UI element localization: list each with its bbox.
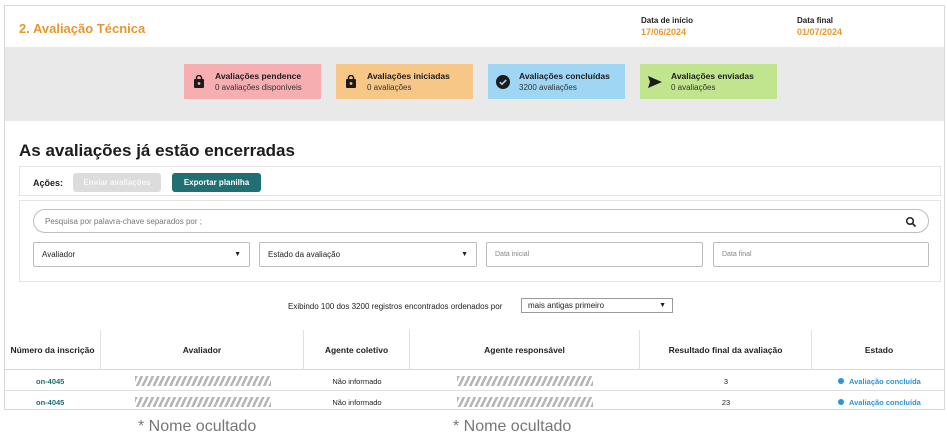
state-cell: Avaliação concluída — [812, 392, 944, 409]
status-summary-band: Avaliações pendence 0 avaliações disponí… — [5, 47, 944, 121]
start-date-placeholder: Data inicial — [495, 251, 530, 258]
actions-label: Ações: — [33, 178, 64, 188]
table-row[interactable]: on-4045 Não informado 23 Avaliação concl… — [5, 392, 944, 409]
search-input[interactable]: Pesquisa por palavra-chave separados por… — [33, 209, 929, 233]
check-circle-icon — [496, 74, 510, 89]
column-header-final-result[interactable]: Resultado final da avaliação — [640, 330, 812, 370]
hidden-name-note: * Nome ocultado — [453, 418, 572, 435]
filters-panel: Pesquisa por palavra-chave separados por… — [19, 200, 941, 282]
column-header-registration[interactable]: Número da inscrição — [5, 330, 101, 370]
collective-agent-cell: Não informado — [332, 376, 382, 386]
evaluator-select-value: Avaliador — [42, 250, 76, 259]
chevron-down-icon: ▼ — [234, 251, 241, 258]
lock-bag-icon — [192, 75, 206, 89]
status-card-completed[interactable]: Avaliações concluídas 3200 avaliações — [488, 64, 625, 99]
collective-agent-cell: Não informado — [332, 397, 382, 407]
evaluator-select[interactable]: Avaliador ▼ — [33, 242, 250, 267]
end-date-field[interactable]: Data final — [713, 242, 929, 267]
registration-link[interactable]: on-4045 — [5, 371, 101, 391]
hidden-responsible-name — [410, 392, 640, 409]
final-result-cell: 3 — [723, 376, 729, 386]
start-date-field[interactable]: Data inicial — [486, 242, 703, 267]
column-header-evaluator[interactable]: Avaliador — [101, 330, 304, 370]
status-dot-icon — [838, 399, 844, 405]
final-result-cell: 23 — [721, 397, 731, 407]
sort-order-select[interactable]: mais antigas primeiro ▼ — [521, 298, 673, 313]
status-subtitle: 0 avaliações — [367, 83, 412, 92]
status-card-sent[interactable]: Avaliações enviadas 0 avaliações — [640, 64, 777, 99]
table-row[interactable]: on-4045 Não informado 3 Avaliação conclu… — [5, 371, 944, 391]
records-info: Exibindo 100 dos 3200 registros encontra… — [5, 298, 944, 314]
column-header-collective-agent[interactable]: Agente coletivo — [304, 330, 410, 370]
search-placeholder: Pesquisa por palavra-chave separados por… — [45, 216, 202, 226]
evaluation-state-select-value: Estado da avaliação — [268, 250, 341, 259]
end-date-placeholder: Data final — [722, 251, 752, 258]
records-summary: Exibindo 100 dos 3200 registros encontra… — [288, 302, 503, 311]
hidden-responsible-name — [410, 371, 640, 391]
status-title: Avaliações pendence — [215, 71, 302, 81]
sort-order-value: mais antigas primeiro — [528, 301, 605, 310]
hidden-name-note: * Nome ocultado — [138, 418, 257, 435]
start-date-label: Data de início — [641, 16, 694, 25]
export-spreadsheet-button[interactable]: Exportar planilha — [172, 173, 261, 192]
table-header: Número da inscrição Avaliador Agente col… — [5, 330, 944, 370]
status-subtitle: 3200 avaliações — [519, 83, 577, 92]
status-title: Avaliações concluídas — [519, 71, 610, 81]
column-header-state[interactable]: Estado — [812, 330, 944, 370]
send-evaluations-button[interactable]: Enviar avaliações — [73, 173, 161, 192]
state-label: Avaliação concluída — [849, 376, 921, 386]
status-dot-icon — [838, 378, 844, 384]
evaluation-panel: 2. Avaliação Técnica Data de início 17/0… — [4, 5, 945, 410]
actions-bar: Ações: Enviar avaliações Exportar planil… — [19, 166, 941, 196]
end-date-label: Data final — [797, 16, 834, 25]
hidden-evaluator-name — [101, 392, 304, 409]
hidden-evaluator-name — [101, 371, 304, 391]
section-title: 2. Avaliação Técnica — [19, 21, 146, 36]
status-card-pending[interactable]: Avaliações pendence 0 avaliações disponí… — [184, 64, 321, 99]
chevron-down-icon: ▼ — [659, 302, 666, 309]
state-cell: Avaliação concluída — [812, 371, 944, 391]
page-title: As avaliações já estão encerradas — [19, 141, 295, 160]
evaluation-state-select[interactable]: Estado da avaliação ▼ — [259, 242, 477, 267]
state-label: Avaliação concluída — [849, 397, 921, 407]
start-date-block: Data de início 17/06/2024 — [641, 16, 693, 37]
send-arrow-icon — [648, 75, 662, 89]
lock-bag-icon — [344, 75, 358, 89]
status-subtitle: 0 avaliações disponíveis — [215, 83, 302, 92]
status-title: Avaliações enviadas — [671, 71, 754, 81]
start-date-value: 17/06/2024 — [641, 27, 687, 37]
end-date-block: Data final 01/07/2024 — [797, 16, 842, 37]
search-icon[interactable] — [905, 215, 917, 228]
status-title: Avaliações iniciadas — [367, 71, 450, 81]
panel-header: 2. Avaliação Técnica Data de início 17/0… — [5, 6, 944, 46]
registration-link[interactable]: on-4045 — [5, 392, 101, 409]
end-date-value: 01/07/2024 — [797, 27, 843, 37]
chevron-down-icon: ▼ — [461, 251, 468, 258]
status-card-started[interactable]: Avaliações iniciadas 0 avaliações — [336, 64, 473, 99]
status-subtitle: 0 avaliações — [671, 83, 716, 92]
column-header-responsible-agent[interactable]: Agente responsável — [410, 330, 640, 370]
